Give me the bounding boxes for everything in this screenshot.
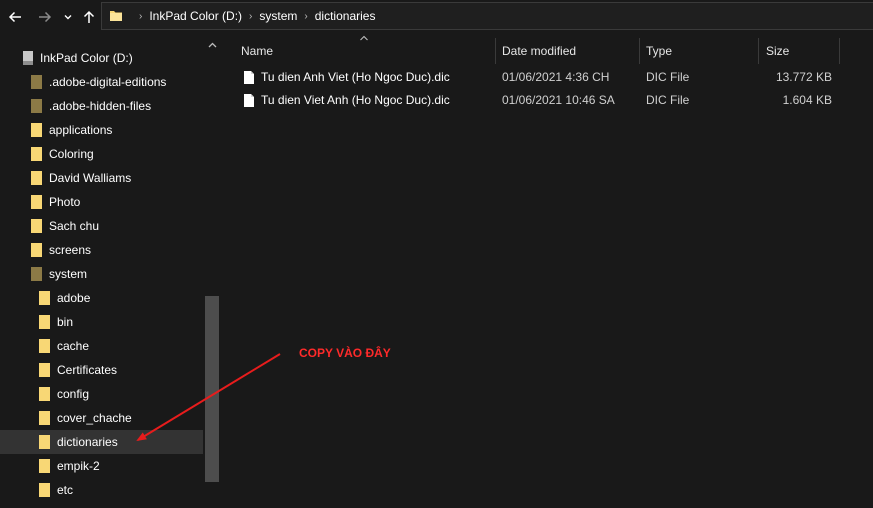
file-size: 13.772 KB <box>775 70 832 84</box>
folder-icon <box>38 410 51 426</box>
hidden-folder-icon <box>30 98 43 114</box>
sidebar-item-drive[interactable]: InkPad Color (D:) <box>0 46 203 70</box>
folder-icon <box>30 122 43 138</box>
breadcrumb-dictionaries[interactable]: dictionaries <box>315 9 376 23</box>
breadcrumb-system[interactable]: system <box>259 9 297 23</box>
folder-icon <box>30 242 43 258</box>
navigation-pane: InkPad Color (D:) .adobe-digital-edition… <box>0 34 221 508</box>
column-divider[interactable] <box>758 38 759 64</box>
chevron-up-icon <box>208 42 216 48</box>
folder-icon <box>38 290 51 306</box>
sidebar-item-bin[interactable]: bin <box>0 310 203 334</box>
file-name: Tu dien Anh Viet (Ho Ngoc Duc).dic <box>261 70 450 84</box>
sidebar-item-cover-chache[interactable]: cover_chache <box>0 406 203 430</box>
sidebar-item-screens[interactable]: screens <box>0 238 203 262</box>
sidebar-item-david-walliams[interactable]: David Walliams <box>0 166 203 190</box>
folder-icon <box>30 194 43 210</box>
navigation-bar: › InkPad Color (D:) › system › dictionar… <box>0 0 873 34</box>
column-divider[interactable] <box>839 38 840 64</box>
column-divider[interactable] <box>639 38 640 64</box>
back-button[interactable] <box>4 6 26 28</box>
sidebar-item-applications[interactable]: applications <box>0 118 203 142</box>
column-header-date-modified[interactable]: Date modified <box>502 38 639 64</box>
sidebar-item-cache[interactable]: cache <box>0 334 203 358</box>
forward-button[interactable] <box>34 6 56 28</box>
folder-icon <box>38 386 51 402</box>
file-type: DIC File <box>646 70 690 84</box>
file-size: 1.604 KB <box>782 93 832 107</box>
file-list-pane: Name Date modified Type Size Tu dien Anh… <box>221 34 873 508</box>
sidebar-item-etc[interactable]: etc <box>0 478 203 502</box>
document-icon <box>243 70 255 85</box>
file-date-modified: 01/06/2021 10:46 SA <box>502 93 615 107</box>
sidebar-scrollbar[interactable] <box>203 34 221 508</box>
file-row[interactable]: Tu dien Anh Viet (Ho Ngoc Duc).dic 01/06… <box>239 66 873 88</box>
sidebar-item-adobe-hidden-files[interactable]: .adobe-hidden-files <box>0 94 203 118</box>
scroll-up-button[interactable] <box>203 38 221 52</box>
column-header-name[interactable]: Name <box>241 38 495 64</box>
annotation-label: COPY VÀO ĐÂY <box>299 346 391 360</box>
arrow-left-icon <box>8 11 21 23</box>
sidebar-item-adobe[interactable]: adobe <box>0 286 203 310</box>
chevron-right-icon: › <box>139 10 143 22</box>
folder-icon <box>30 146 43 162</box>
folder-icon <box>30 218 43 234</box>
chevron-down-icon <box>64 15 72 20</box>
sidebar-item-photo[interactable]: Photo <box>0 190 203 214</box>
folder-icon <box>38 362 51 378</box>
chevron-right-icon: › <box>249 10 253 22</box>
sidebar-item-certificates[interactable]: Certificates <box>0 358 203 382</box>
sidebar-item-empik-2[interactable]: empik-2 <box>0 454 203 478</box>
column-header-size[interactable]: Size <box>766 38 839 64</box>
sidebar-item-system[interactable]: system <box>0 262 203 286</box>
sidebar-item-dictionaries[interactable]: dictionaries <box>0 430 203 454</box>
folder-icon <box>38 458 51 474</box>
hidden-folder-icon <box>30 266 43 282</box>
file-type: DIC File <box>646 93 690 107</box>
file-date-modified: 01/06/2021 4:36 CH <box>502 70 610 84</box>
arrow-right-icon <box>39 11 52 23</box>
chevron-right-icon: › <box>304 10 308 22</box>
folder-icon <box>38 434 51 450</box>
sidebar-item-coloring[interactable]: Coloring <box>0 142 203 166</box>
column-divider[interactable] <box>495 38 496 64</box>
sidebar-item-sach-chu[interactable]: Sach chu <box>0 214 203 238</box>
scrollbar-thumb[interactable] <box>205 296 219 482</box>
up-button[interactable] <box>79 6 99 28</box>
folder-icon <box>38 338 51 354</box>
sidebar-item-config[interactable]: config <box>0 382 203 406</box>
hidden-folder-icon <box>30 74 43 90</box>
file-name: Tu dien Viet Anh (Ho Ngoc Duc).dic <box>261 93 450 107</box>
address-bar[interactable]: › InkPad Color (D:) › system › dictionar… <box>101 2 873 30</box>
arrow-up-icon <box>83 10 95 23</box>
recent-locations-button[interactable] <box>61 6 75 28</box>
folder-icon <box>38 482 51 498</box>
file-row[interactable]: Tu dien Viet Anh (Ho Ngoc Duc).dic 01/06… <box>239 89 873 111</box>
sidebar-item-adobe-digital-editions[interactable]: .adobe-digital-editions <box>0 70 203 94</box>
document-icon <box>243 93 255 108</box>
column-header-type[interactable]: Type <box>646 38 758 64</box>
folder-icon <box>30 170 43 186</box>
folder-icon <box>108 8 124 24</box>
drive-icon <box>22 50 34 66</box>
breadcrumb-drive[interactable]: InkPad Color (D:) <box>149 9 242 23</box>
folder-icon <box>38 314 51 330</box>
